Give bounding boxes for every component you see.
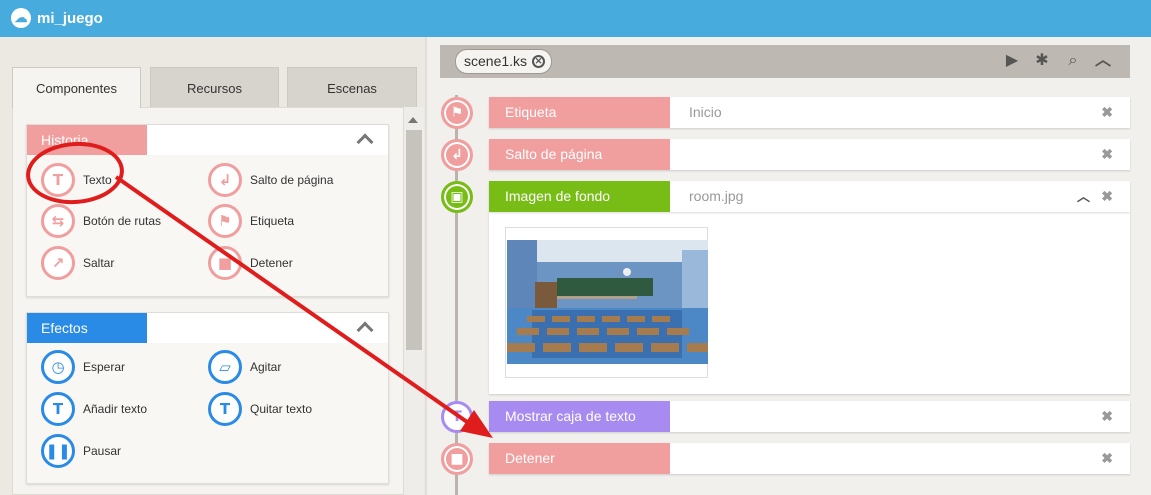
scroll-up-arrow-icon[interactable] — [408, 117, 418, 123]
component-texto[interactable]: T Texto — [41, 162, 112, 198]
component-label: Etiqueta — [250, 214, 295, 228]
delete-icon[interactable]: ✖ — [1101, 401, 1113, 432]
command-value[interactable]: Inicio — [689, 97, 722, 128]
remove-text-icon: T — [208, 392, 242, 426]
component-detener[interactable]: ■ Detener — [208, 245, 293, 281]
component-label: Saltar — [83, 256, 115, 270]
component-agitar[interactable]: ▱ Agitar — [208, 349, 281, 385]
component-label: Pausar — [83, 444, 122, 458]
component-label: Salto de página — [250, 173, 334, 187]
clock-icon: ◷ — [41, 350, 75, 384]
component-salto-de-pagina[interactable]: ↲ Salto de página — [208, 162, 333, 198]
command-row-salto-de-pagina[interactable]: Salto de página ✖ — [489, 139, 1130, 170]
search-icon[interactable]: ⌕ — [1062, 49, 1084, 71]
section-historia-title: Historia — [27, 125, 147, 155]
image-icon[interactable]: ▣ — [441, 181, 473, 213]
scene-tab-label: scene1.ks — [464, 53, 528, 69]
text-icon: T — [41, 163, 75, 197]
page-break-icon[interactable]: ↲ — [441, 139, 473, 171]
command-row-detener[interactable]: Detener ✖ — [489, 443, 1130, 474]
tab-componentes[interactable]: Componentes — [12, 67, 141, 108]
command-name: Imagen de fondo — [489, 181, 670, 212]
component-etiqueta[interactable]: ⚑ Etiqueta — [208, 203, 294, 239]
command-name: Mostrar caja de texto — [489, 401, 670, 432]
chevron-up-icon[interactable]: ︿ — [1077, 181, 1090, 212]
app-logo-icon: ☁ — [11, 8, 31, 28]
command-row-mostrar-caja-de-texto[interactable]: Mostrar caja de texto ✖ — [489, 401, 1130, 432]
chevron-up-icon[interactable] — [356, 321, 374, 339]
command-name: Salto de página — [489, 139, 670, 170]
tab-recursos[interactable]: Recursos — [150, 67, 279, 108]
pause-icon: ❚❚ — [41, 434, 75, 468]
section-efectos-header[interactable]: Efectos — [27, 313, 388, 343]
component-boton-de-rutas[interactable]: ⇆ Botón de rutas — [41, 203, 161, 239]
scrollbar-thumb[interactable] — [406, 130, 422, 350]
component-label: Esperar — [83, 360, 126, 374]
chevron-up-icon[interactable] — [356, 133, 374, 151]
play-icon[interactable]: ▶ — [1001, 49, 1023, 71]
section-efectos-title: Efectos — [27, 313, 147, 343]
show-textbox-icon[interactable]: T — [441, 401, 473, 433]
section-efectos: Efectos ◷ Esperar ▱ Agitar T Añadir text… — [26, 312, 389, 484]
flag-icon: ⚑ — [208, 204, 242, 238]
component-label: Quitar texto — [250, 402, 313, 416]
command-value[interactable]: room.jpg — [689, 181, 743, 212]
delete-icon[interactable]: ✖ — [1101, 97, 1113, 128]
component-pausar[interactable]: ❚❚ Pausar — [41, 433, 121, 469]
delete-icon[interactable]: ✖ — [1101, 139, 1113, 170]
app-titlebar: ☁ mi_juego — [0, 0, 1151, 37]
route-button-icon: ⇆ — [41, 204, 75, 238]
collapse-icon[interactable]: ︿ — [1092, 49, 1114, 71]
classroom-image — [507, 240, 708, 364]
stop-icon[interactable]: ■ — [441, 443, 473, 475]
component-saltar[interactable]: ↗ Saltar — [41, 245, 114, 281]
section-historia: Historia T Texto ↲ Salto de página ⇆ Bot… — [26, 124, 389, 297]
component-label: Botón de rutas — [83, 214, 162, 228]
stop-icon: ■ — [208, 246, 242, 280]
close-icon[interactable]: ✕ — [532, 55, 546, 68]
component-label: Agitar — [250, 360, 282, 374]
tab-escenas[interactable]: Escenas — [287, 67, 417, 108]
shake-icon: ▱ — [208, 350, 242, 384]
component-anadir-texto[interactable]: T Añadir texto — [41, 391, 147, 427]
section-historia-header[interactable]: Historia — [27, 125, 388, 155]
scene-tab[interactable]: scene1.ks ✕ — [455, 49, 553, 74]
jump-icon: ↗ — [41, 246, 75, 280]
command-row-imagen-de-fondo[interactable]: Imagen de fondo room.jpg ︿ ✖ — [489, 181, 1130, 212]
background-thumbnail[interactable] — [505, 227, 708, 378]
command-name: Detener — [489, 443, 670, 474]
delete-icon[interactable]: ✖ — [1101, 181, 1113, 212]
flag-icon[interactable]: ⚑ — [441, 97, 473, 129]
page-break-icon: ↲ — [208, 163, 242, 197]
component-quitar-texto[interactable]: T Quitar texto — [208, 391, 312, 427]
bug-icon[interactable]: ✱ — [1031, 49, 1053, 71]
app-title: mi_juego — [37, 10, 103, 27]
add-text-icon: T — [41, 392, 75, 426]
delete-icon[interactable]: ✖ — [1101, 443, 1113, 474]
component-label: Añadir texto — [83, 402, 148, 416]
component-label: Detener — [250, 256, 293, 270]
command-row-etiqueta[interactable]: Etiqueta Inicio ✖ — [489, 97, 1130, 128]
command-name: Etiqueta — [489, 97, 670, 128]
component-label: Texto — [83, 173, 112, 187]
component-esperar[interactable]: ◷ Esperar — [41, 349, 125, 385]
